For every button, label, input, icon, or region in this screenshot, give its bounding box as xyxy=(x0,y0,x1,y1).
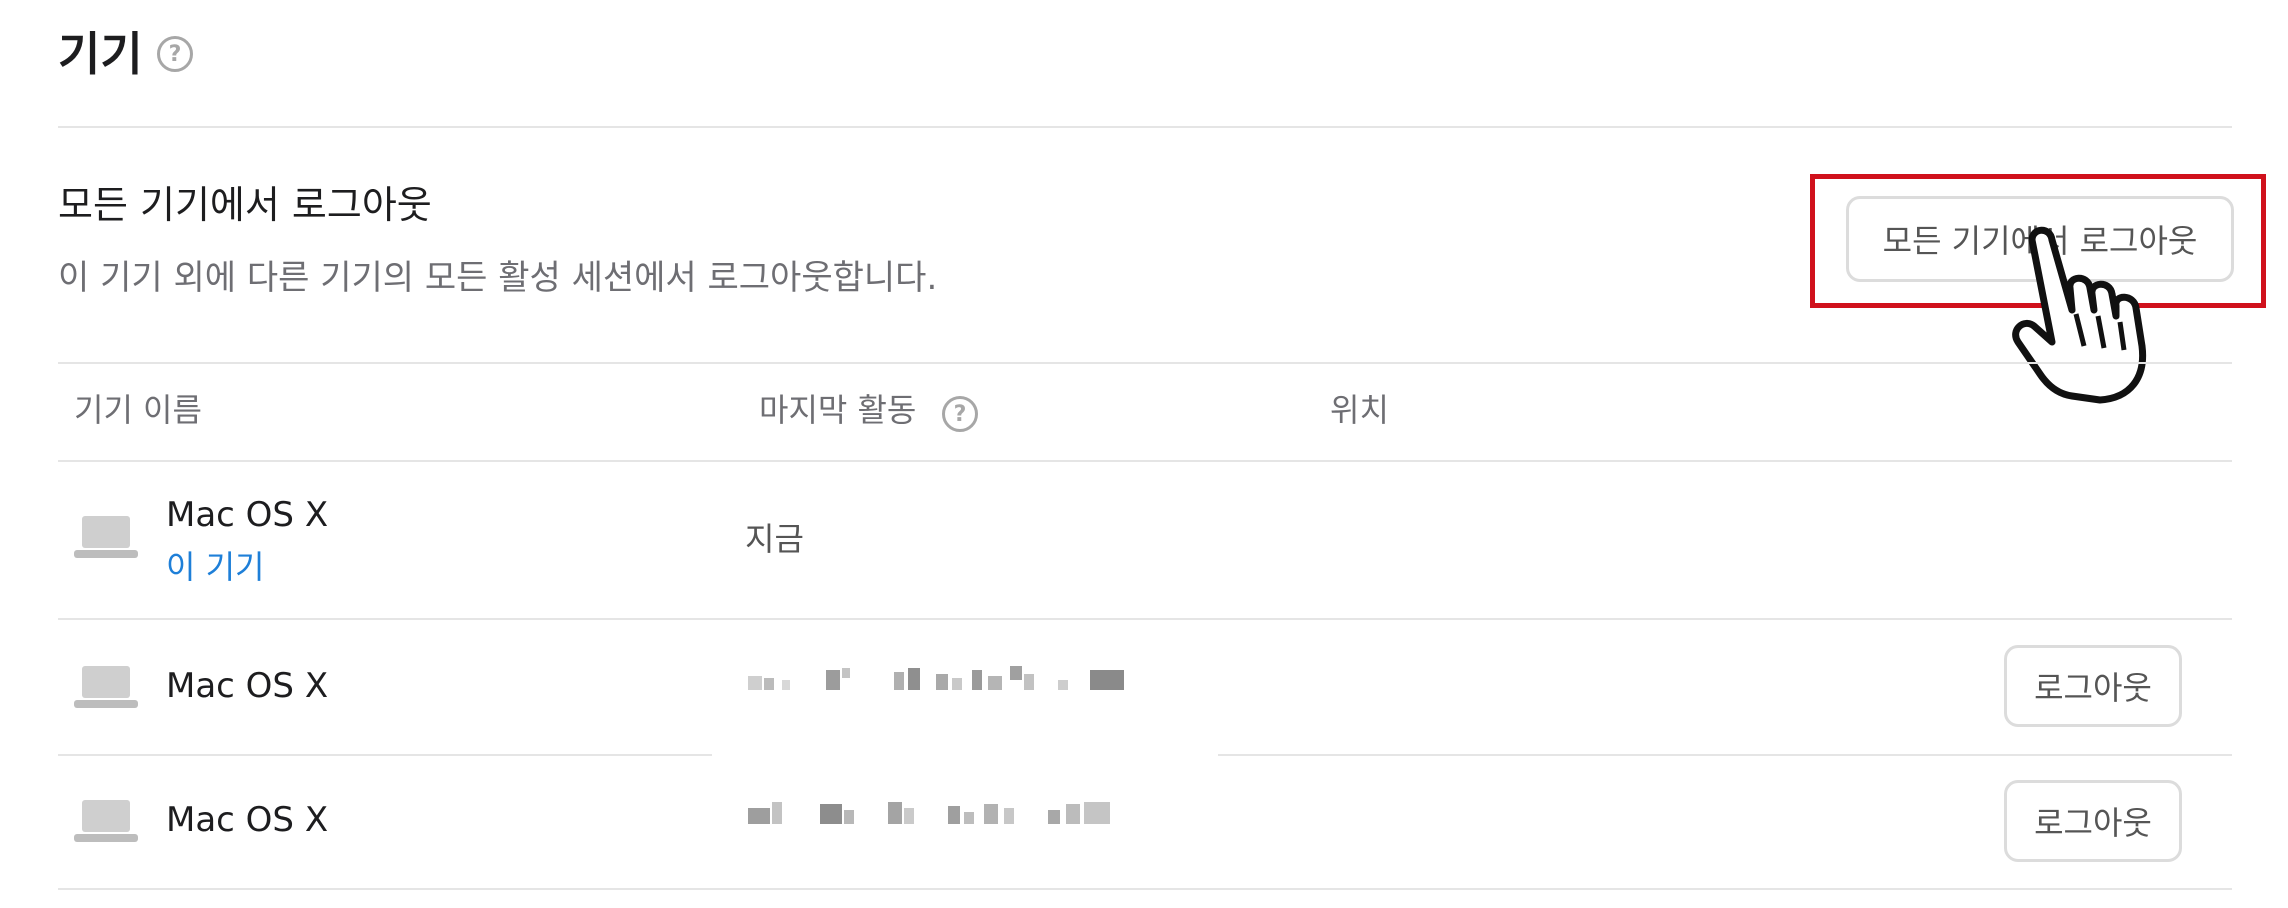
table-header-divider xyxy=(58,460,2232,462)
help-icon[interactable]: ? xyxy=(942,396,978,432)
column-header-location: 위치 xyxy=(1330,391,1389,429)
pointing-hand-cursor-icon xyxy=(2012,226,2147,404)
logout-button[interactable]: 로그아웃 xyxy=(2004,645,2182,727)
column-header-device-name: 기기 이름 xyxy=(74,391,202,429)
row-divider xyxy=(58,754,712,756)
divider xyxy=(58,362,2232,364)
laptop-icon xyxy=(74,666,138,708)
device-name: Mac OS X xyxy=(166,800,329,840)
logout-button[interactable]: 로그아웃 xyxy=(2004,780,2182,862)
device-name: Mac OS X xyxy=(166,666,329,706)
laptop-icon xyxy=(74,800,138,842)
redacted-last-activity xyxy=(748,802,1110,824)
redaction-mask xyxy=(712,690,1218,785)
divider xyxy=(58,126,2232,128)
page-title: 기기 xyxy=(58,27,143,81)
logout-all-heading: 모든 기기에서 로그아웃 xyxy=(58,183,432,227)
row-divider xyxy=(58,888,2232,890)
last-activity: 지금 xyxy=(745,520,804,558)
help-icon[interactable]: ? xyxy=(157,36,193,72)
this-device-label: 이 기기 xyxy=(166,548,265,586)
device-name: Mac OS X xyxy=(166,495,329,535)
logout-all-description: 이 기기 외에 다른 기기의 모든 활성 세션에서 로그아웃합니다. xyxy=(58,258,938,298)
row-divider xyxy=(58,618,2232,620)
laptop-icon xyxy=(74,516,138,558)
row-divider xyxy=(1218,754,2232,756)
column-header-last-activity: 마지막 활동 xyxy=(759,391,917,429)
